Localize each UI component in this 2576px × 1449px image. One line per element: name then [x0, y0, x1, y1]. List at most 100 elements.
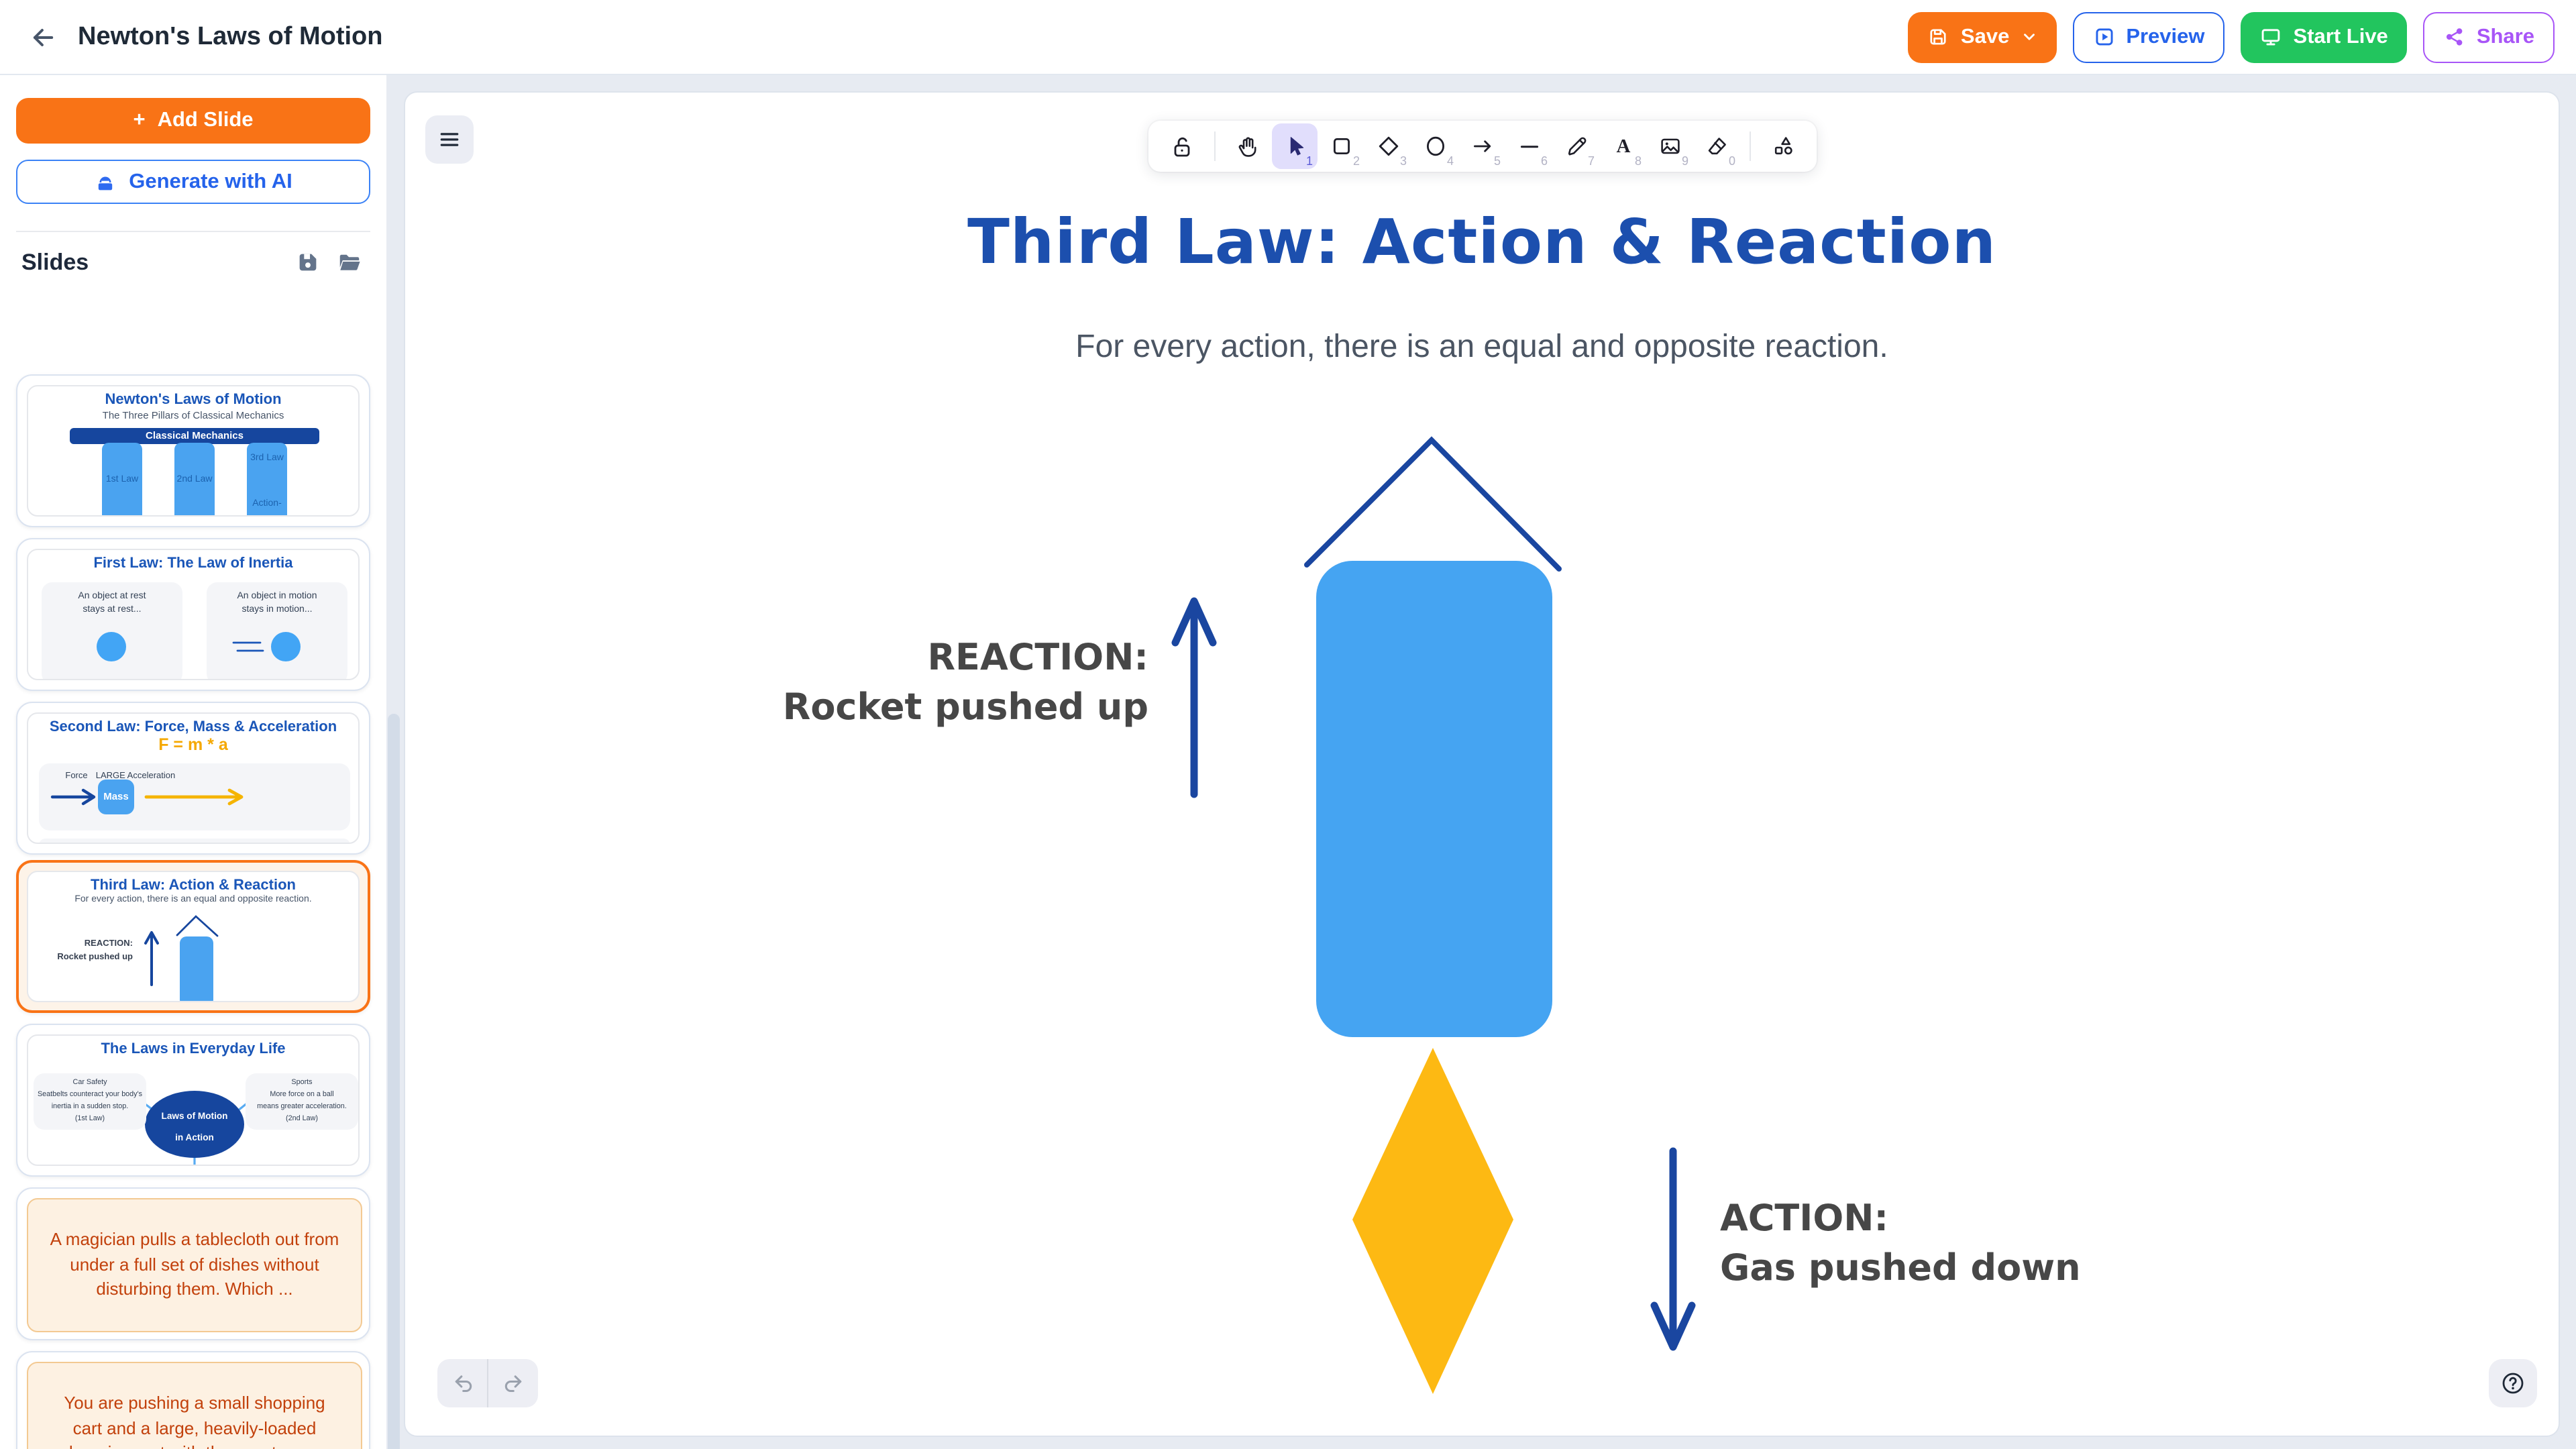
text-tool[interactable]: A 8 [1600, 123, 1646, 169]
rocket-nose-cone[interactable] [1307, 440, 1559, 569]
tool-shortcut: 8 [1635, 154, 1642, 168]
action-line-2: Gas pushed down [1720, 1244, 2081, 1293]
diamond-tool[interactable]: 3 [1365, 123, 1411, 169]
save-button[interactable]: Save [1909, 11, 2056, 62]
image-tool[interactable]: 9 [1647, 123, 1693, 169]
redo-button[interactable] [488, 1359, 538, 1407]
selection-tool[interactable]: 1 [1271, 123, 1317, 169]
tool-shortcut: 5 [1494, 154, 1501, 168]
lock-open-icon [1168, 133, 1195, 160]
slide-thumbnail-5[interactable]: The Laws in Everyday Life Laws of Motion… [16, 1024, 370, 1177]
preview-label: Preview [2126, 25, 2204, 49]
sidebar-scrollbar[interactable] [388, 714, 400, 1449]
chevron-down-icon [2020, 28, 2037, 46]
question-box: You are pushing a small shopping cart an… [27, 1362, 362, 1449]
ball-in-motion [271, 632, 301, 661]
play-icon [2092, 25, 2115, 48]
generate-ai-button[interactable]: Generate with AI [16, 160, 370, 204]
slides-sidebar: + Add Slide Generate with AI Slides Newt… [0, 75, 386, 1449]
rocket-body[interactable] [1316, 561, 1552, 1037]
slide-1-pillar: 1st Law [102, 443, 142, 517]
tool-shortcut: 6 [1541, 154, 1548, 168]
rectangle-tool[interactable]: 2 [1318, 123, 1364, 169]
menu-button[interactable] [425, 115, 474, 164]
card-text: Seatbelts counteract your body's [34, 1091, 146, 1099]
motion-text: An object in motion [207, 592, 347, 601]
hand-tool[interactable] [1224, 123, 1270, 169]
card-text: means greater acceleration. [246, 1103, 358, 1111]
reaction-label[interactable]: REACTION: Rocket pushed up [783, 635, 1148, 733]
card-text: Car Safety [34, 1079, 146, 1087]
rocket-flame-diamond[interactable] [1352, 1048, 1513, 1394]
sports-card: Sports More force on a ball means greate… [246, 1073, 358, 1130]
text-icon: A [1609, 133, 1636, 160]
mini-reaction-arrow [144, 928, 160, 987]
slide-thumbnail-1[interactable]: Newton's Laws of Motion The Three Pillar… [16, 374, 370, 527]
slide-thumbnail-6[interactable]: A magician pulls a tablecloth out from u… [16, 1187, 370, 1340]
ellipse-tool[interactable]: 4 [1412, 123, 1458, 169]
slide-canvas[interactable]: 1 2 3 4 5 [404, 91, 2560, 1437]
undo-button[interactable] [437, 1359, 487, 1407]
back-button[interactable] [19, 13, 67, 61]
preview-button[interactable]: Preview [2072, 11, 2224, 62]
rocket-drawing[interactable] [405, 93, 2560, 1437]
plus-icon: + [133, 109, 145, 133]
add-slide-button[interactable]: + Add Slide [16, 98, 370, 144]
redo-icon [501, 1371, 525, 1395]
generate-ai-label: Generate with AI [129, 170, 292, 194]
slide-thumbnail-7[interactable]: You are pushing a small shopping cart an… [16, 1351, 370, 1449]
pillar-label: Action- [247, 499, 287, 508]
toolbar-divider [1749, 131, 1750, 161]
shapes-tool[interactable] [1760, 123, 1805, 169]
help-button[interactable] [2489, 1359, 2537, 1407]
mini-rocket [168, 912, 227, 1002]
card-text: Sports [246, 1079, 358, 1087]
action-down-arrow[interactable] [1654, 1151, 1692, 1347]
car-safety-card: Car Safety Seatbelts counteract your bod… [34, 1073, 146, 1130]
action-label[interactable]: ACTION: Gas pushed down [1720, 1195, 2081, 1294]
line-tool[interactable]: 6 [1506, 123, 1552, 169]
question-text: A magician pulls a tablecloth out from u… [50, 1227, 339, 1303]
slide-1-pillar: 2nd Law [174, 443, 215, 517]
motion-card: An object in motion stays in motion... [207, 582, 347, 680]
image-icon [1656, 133, 1683, 160]
share-icon [2443, 25, 2466, 48]
slide-thumbnail-2[interactable]: First Law: The Law of Inertia An object … [16, 538, 370, 691]
slide-1-title: Newton's Laws of Motion [28, 392, 358, 408]
question-text: You are pushing a small shopping cart an… [50, 1391, 339, 1449]
slide-3-preview: Second Law: Force, Mass & Acceleration F… [27, 712, 360, 844]
arrow-tool[interactable]: 5 [1459, 123, 1505, 169]
slides-header-actions [295, 250, 362, 275]
slide-1-bar: Classical Mechanics [70, 428, 319, 444]
action-line-1: ACTION: [1720, 1195, 2081, 1244]
ai-robot-icon [94, 170, 117, 193]
slide-thumbnail-4-selected[interactable]: Third Law: Action & Reaction For every a… [16, 860, 370, 1013]
topbar-actions: Save Preview Start Live Share [1909, 11, 2576, 62]
cursor-icon [1281, 133, 1307, 160]
slide-thumbnail-3[interactable]: Second Law: Force, Mass & Acceleration F… [16, 702, 370, 855]
open-folder-icon[interactable] [337, 250, 362, 275]
reaction-up-arrow[interactable] [1175, 601, 1213, 794]
save-icon [1927, 25, 1950, 48]
start-live-button[interactable]: Start Live [2241, 11, 2407, 62]
diamond-icon [1375, 133, 1401, 160]
slides-header: Slides [21, 250, 89, 276]
acceleration-arrow [144, 788, 254, 806]
eraser-tool[interactable]: 0 [1694, 123, 1739, 169]
slide-1-subtitle: The Three Pillars of Classical Mechanics [28, 409, 358, 421]
hamburger-icon [437, 127, 462, 152]
add-slide-label: Add Slide [158, 109, 254, 133]
card-text: (2nd Law) [246, 1115, 358, 1123]
save-deck-icon[interactable] [295, 250, 321, 275]
undo-icon [450, 1371, 474, 1395]
lock-tool[interactable] [1159, 123, 1204, 169]
save-label: Save [1961, 25, 2009, 49]
rest-text: stays at rest... [42, 605, 182, 614]
draw-tool[interactable]: 7 [1553, 123, 1599, 169]
slide-1-pillar: 3rd LawAction- [247, 443, 287, 517]
slide-4-preview: Third Law: Action & Reaction For every a… [27, 871, 360, 1002]
editor-canvas-area: 1 2 3 4 5 [386, 75, 2576, 1449]
help-icon [2500, 1370, 2526, 1397]
share-button[interactable]: Share [2423, 11, 2555, 62]
tool-shortcut: 4 [1447, 154, 1454, 168]
